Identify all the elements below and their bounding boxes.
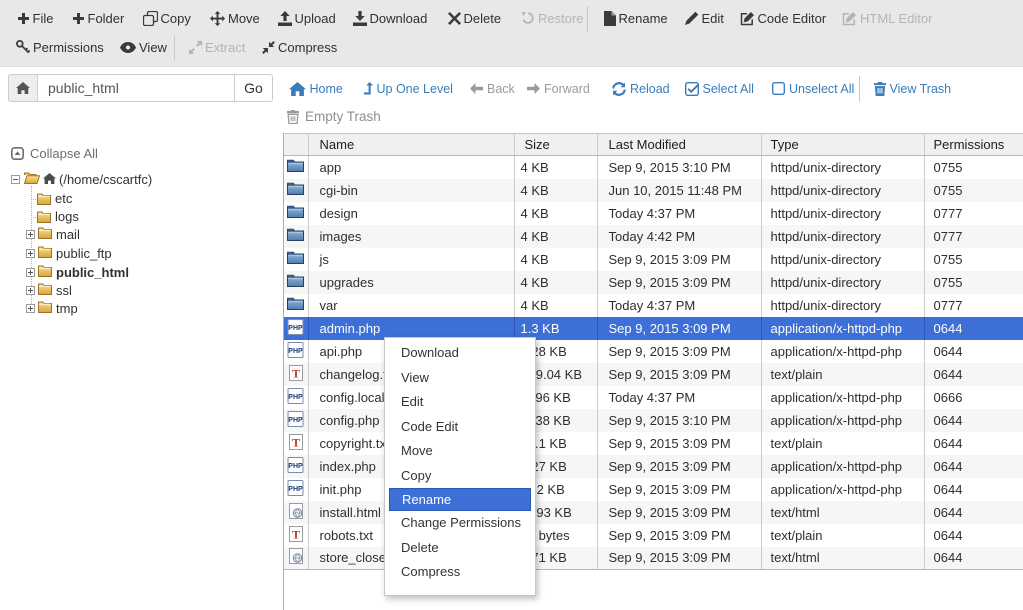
svg-text:T: T bbox=[292, 527, 300, 541]
svg-text:PHP: PHP bbox=[289, 416, 304, 423]
svg-text:T: T bbox=[292, 366, 300, 380]
svg-text:T: T bbox=[292, 435, 300, 449]
svg-text:PHP: PHP bbox=[289, 462, 304, 469]
svg-text:PHP: PHP bbox=[289, 324, 304, 331]
svg-text:PHP: PHP bbox=[289, 393, 304, 400]
svg-text:PHP: PHP bbox=[289, 347, 304, 354]
svg-text:PHP: PHP bbox=[289, 485, 304, 492]
